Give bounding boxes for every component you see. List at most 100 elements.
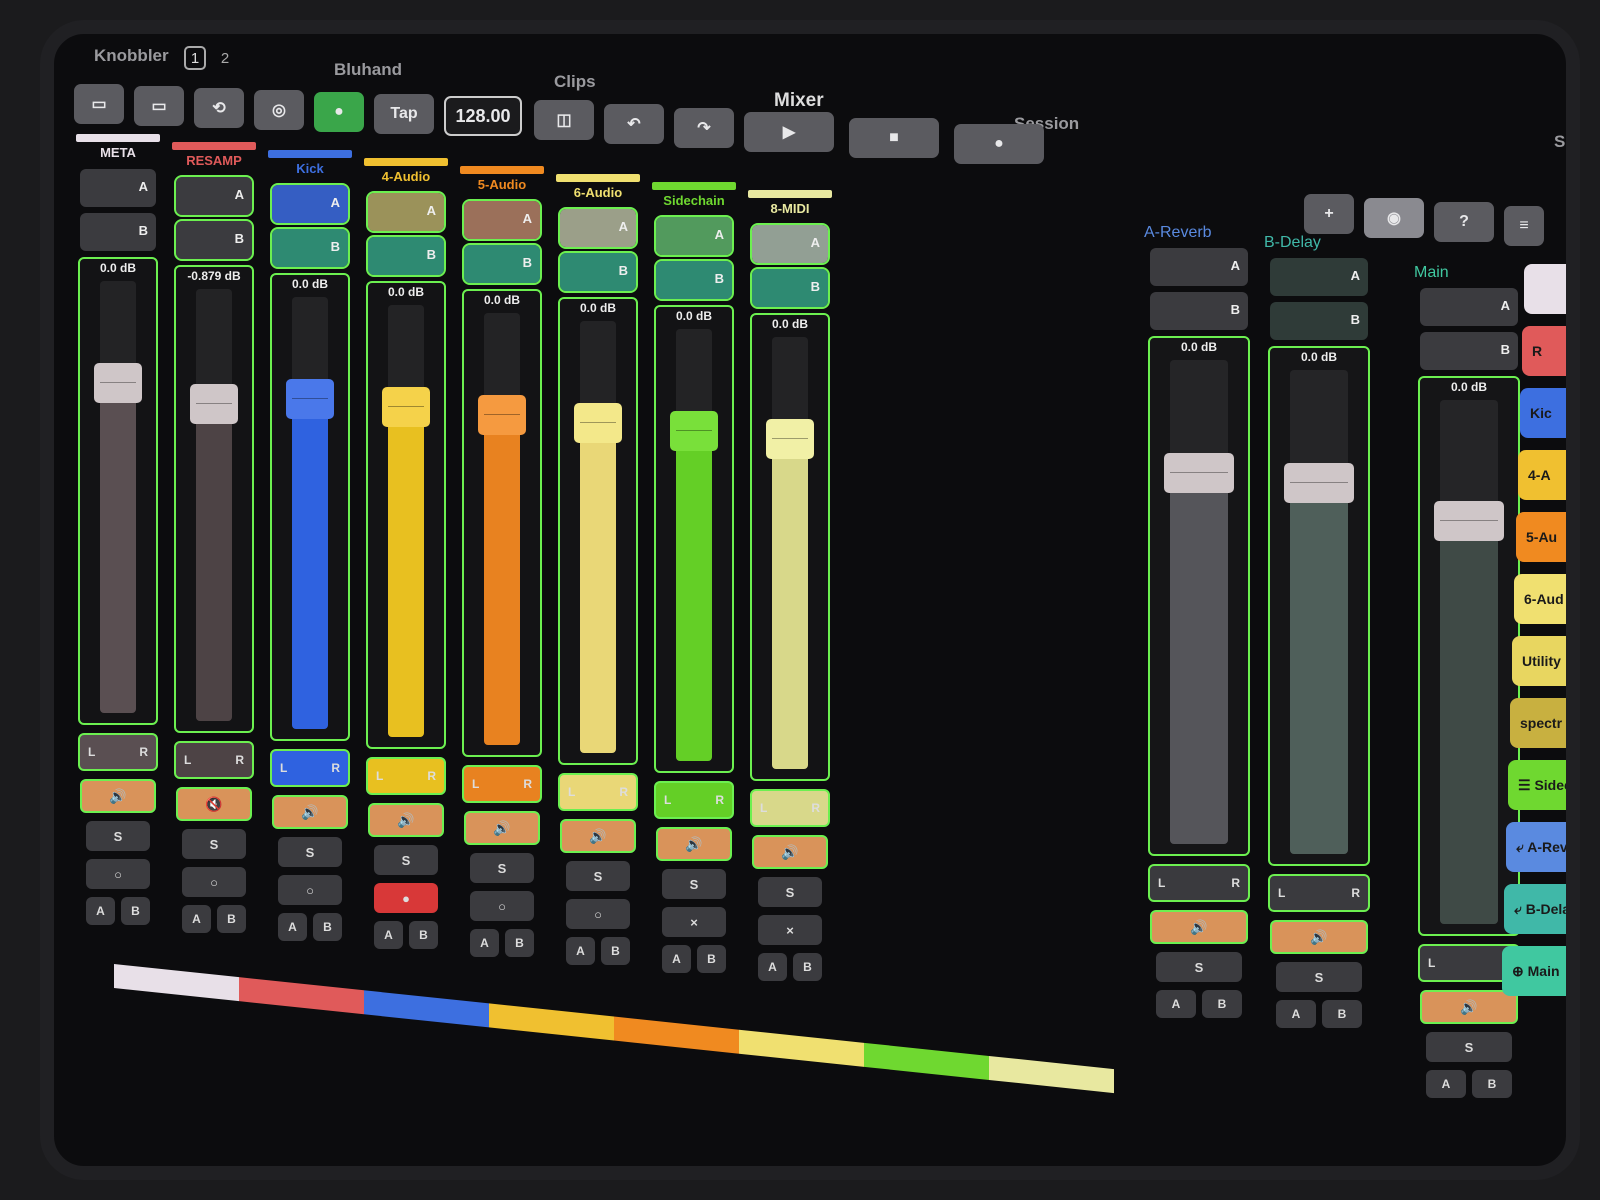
pan-control[interactable]: LR <box>558 773 638 811</box>
tab-mixer[interactable]: Mixer <box>774 90 824 112</box>
solo-button[interactable]: S <box>374 845 438 875</box>
tab-clips[interactable]: Clips <box>554 72 596 92</box>
track-list-item[interactable] <box>1524 264 1566 314</box>
mute-button[interactable]: 🔊 <box>656 827 732 861</box>
fader-handle[interactable] <box>1434 500 1504 541</box>
mute-button[interactable]: 🔊 <box>272 795 348 829</box>
volume-fader[interactable]: 0.0 dB <box>750 313 830 781</box>
fader-handle[interactable] <box>94 363 142 404</box>
crossfade-a-button[interactable]: A <box>566 937 595 965</box>
solo-button[interactable]: S <box>86 821 150 851</box>
send-b-knob[interactable]: B <box>654 259 734 301</box>
mute-button[interactable]: 🔊 <box>1420 990 1518 1024</box>
volume-fader[interactable]: 0.0 dB <box>1418 376 1520 936</box>
pan-control[interactable]: LR <box>174 741 254 779</box>
send-a-knob[interactable]: A <box>366 191 446 233</box>
volume-fader[interactable]: 0.0 dB <box>654 305 734 773</box>
arm-button[interactable]: × <box>662 907 726 937</box>
send-b-knob[interactable]: B <box>1270 302 1368 340</box>
crossfade-a-button[interactable]: A <box>182 905 211 933</box>
volume-fader[interactable]: 0.0 dB <box>558 297 638 765</box>
solo-button[interactable]: S <box>470 853 534 883</box>
pan-control[interactable]: LR <box>1268 874 1370 912</box>
pan-control[interactable]: LR <box>78 733 158 771</box>
page-2-button[interactable]: 2 <box>214 46 236 70</box>
crossfade-b-button[interactable]: B <box>409 921 438 949</box>
view-button-1[interactable]: ▭ <box>74 84 124 124</box>
send-a-knob[interactable]: A <box>750 223 830 265</box>
crossfade-a-button[interactable]: A <box>662 945 691 973</box>
pan-control[interactable]: LR <box>1148 864 1250 902</box>
arm-button[interactable]: × <box>758 915 822 945</box>
track-list-item[interactable]: R <box>1522 326 1566 376</box>
send-b-knob[interactable]: B <box>1420 332 1518 370</box>
send-b-knob[interactable]: B <box>1150 292 1248 330</box>
tempo-display[interactable]: 128.00 <box>444 96 522 136</box>
volume-fader[interactable]: 0.0 dB <box>366 281 446 749</box>
fader-handle[interactable] <box>190 384 238 425</box>
fader-handle[interactable] <box>670 411 718 452</box>
solo-button[interactable]: S <box>758 877 822 907</box>
track-list-item[interactable]: Kic <box>1520 388 1566 438</box>
crossfade-b-button[interactable]: B <box>1322 1000 1362 1028</box>
track-list-item[interactable]: Utility <box>1512 636 1566 686</box>
arm-button[interactable]: ○ <box>278 875 342 905</box>
send-a-knob[interactable]: A <box>1420 288 1518 326</box>
track-list-item[interactable]: ☰ Sidecha <box>1508 760 1566 810</box>
tab-setup[interactable]: Setu <box>1554 132 1566 152</box>
mute-button[interactable]: 🔊 <box>752 835 828 869</box>
crossfade-b-button[interactable]: B <box>217 905 246 933</box>
pan-control[interactable]: LR <box>366 757 446 795</box>
send-a-knob[interactable]: A <box>174 175 254 217</box>
mute-button[interactable]: 🔊 <box>80 779 156 813</box>
send-b-knob[interactable]: B <box>558 251 638 293</box>
crossfade-a-button[interactable]: A <box>86 897 115 925</box>
add-button[interactable]: + <box>1304 194 1354 234</box>
crossfade-b-button[interactable]: B <box>1202 990 1242 1018</box>
database-button[interactable]: ≡ <box>1504 206 1544 246</box>
view-button-2[interactable]: ▭ <box>134 86 184 126</box>
send-b-knob[interactable]: B <box>80 213 156 251</box>
help-button[interactable]: ? <box>1434 202 1494 242</box>
pan-control[interactable]: LR <box>462 765 542 803</box>
track-list-item[interactable]: 5-Au <box>1516 512 1566 562</box>
mute-button[interactable]: 🔊 <box>368 803 444 837</box>
crossfade-a-button[interactable]: A <box>758 953 787 981</box>
solo-button[interactable]: S <box>278 837 342 867</box>
crossfade-a-button[interactable]: A <box>1426 1070 1466 1098</box>
send-a-knob[interactable]: A <box>1270 258 1368 296</box>
arm-button[interactable]: ○ <box>470 891 534 921</box>
crossfade-a-button[interactable]: A <box>470 929 499 957</box>
send-b-knob[interactable]: B <box>462 243 542 285</box>
crossfade-a-button[interactable]: A <box>374 921 403 949</box>
follow-button[interactable]: ● <box>314 92 364 132</box>
solo-button[interactable]: S <box>1276 962 1362 992</box>
fader-handle[interactable] <box>1164 452 1234 493</box>
volume-fader[interactable]: 0.0 dB <box>1148 336 1250 856</box>
send-a-knob[interactable]: A <box>654 215 734 257</box>
pan-control[interactable]: LR <box>654 781 734 819</box>
crossfade-a-button[interactable]: A <box>278 913 307 941</box>
send-b-knob[interactable]: B <box>174 219 254 261</box>
send-b-knob[interactable]: B <box>270 227 350 269</box>
mute-button[interactable]: 🔊 <box>1150 910 1248 944</box>
send-b-knob[interactable]: B <box>366 235 446 277</box>
track-list-item[interactable]: ⤶ A-Reverb <box>1506 822 1566 872</box>
send-a-knob[interactable]: A <box>462 199 542 241</box>
arm-button[interactable]: ○ <box>182 867 246 897</box>
fader-handle[interactable] <box>478 395 526 436</box>
send-a-knob[interactable]: A <box>1150 248 1248 286</box>
arm-button[interactable]: ● <box>374 883 438 913</box>
fader-handle[interactable] <box>766 419 814 460</box>
solo-button[interactable]: S <box>1156 952 1242 982</box>
crossfade-b-button[interactable]: B <box>505 929 534 957</box>
crossfade-b-button[interactable]: B <box>601 937 630 965</box>
eye-button[interactable]: ◉ <box>1364 198 1424 238</box>
loop-button[interactable]: ⟲ <box>194 88 244 128</box>
volume-fader[interactable]: 0.0 dB <box>462 289 542 757</box>
mute-button[interactable]: 🔇 <box>176 787 252 821</box>
volume-fader[interactable]: 0.0 dB <box>78 257 158 725</box>
pan-control[interactable]: LR <box>270 749 350 787</box>
volume-fader[interactable]: -0.879 dB <box>174 265 254 733</box>
crossfade-b-button[interactable]: B <box>793 953 822 981</box>
